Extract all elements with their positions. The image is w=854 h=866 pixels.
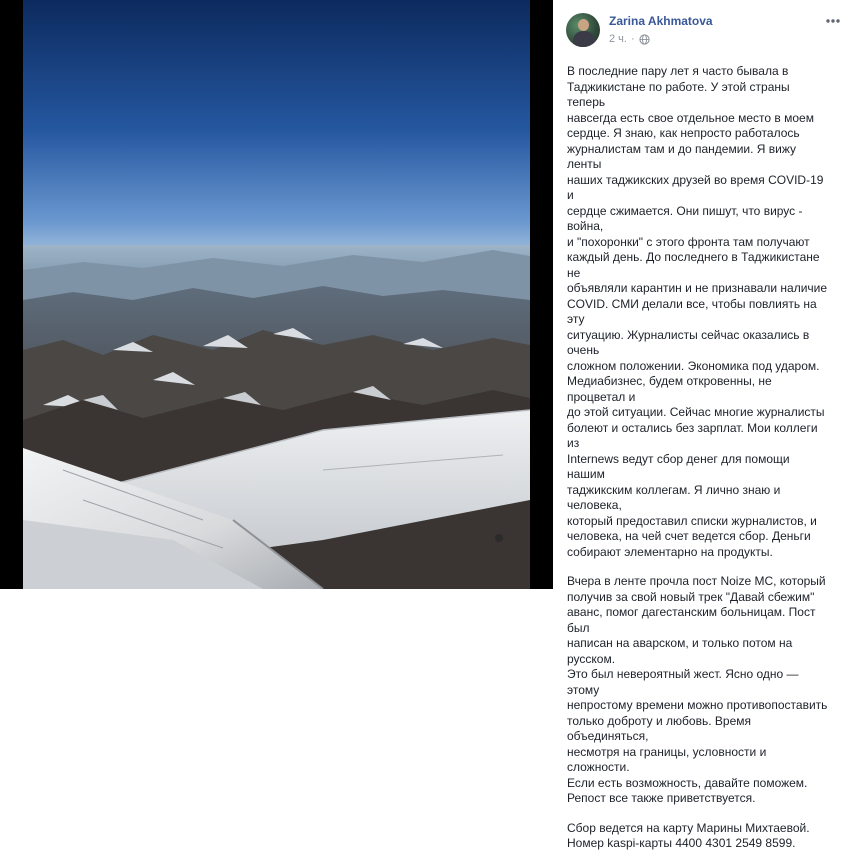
post-panel: Zarina Akhmatova 2 ч. · В последние пару… <box>553 0 854 850</box>
post-text: В последние пару лет я часто бывала в Та… <box>567 64 829 866</box>
airplane-window-view <box>23 0 530 589</box>
post-meta: 2 ч. · <box>609 33 650 45</box>
post-paragraph: Вчера в ленте прочла пост Noize MC, кото… <box>567 574 828 805</box>
meta-separator: · <box>630 33 635 45</box>
post-photo[interactable] <box>23 0 530 589</box>
avatar-body <box>573 31 595 47</box>
author-name-link[interactable]: Zarina Akhmatova <box>609 14 713 28</box>
post-timestamp[interactable]: 2 ч. <box>609 33 627 45</box>
post-paragraph: В последние пару лет я часто бывала в Та… <box>567 64 828 559</box>
avatar[interactable] <box>566 13 600 47</box>
globe-icon[interactable] <box>639 33 650 45</box>
more-options-icon[interactable] <box>825 14 841 28</box>
avatar-head <box>578 19 589 31</box>
post-paragraph: Сбор ведется на карту Марины Михтаевой. … <box>567 820 810 851</box>
